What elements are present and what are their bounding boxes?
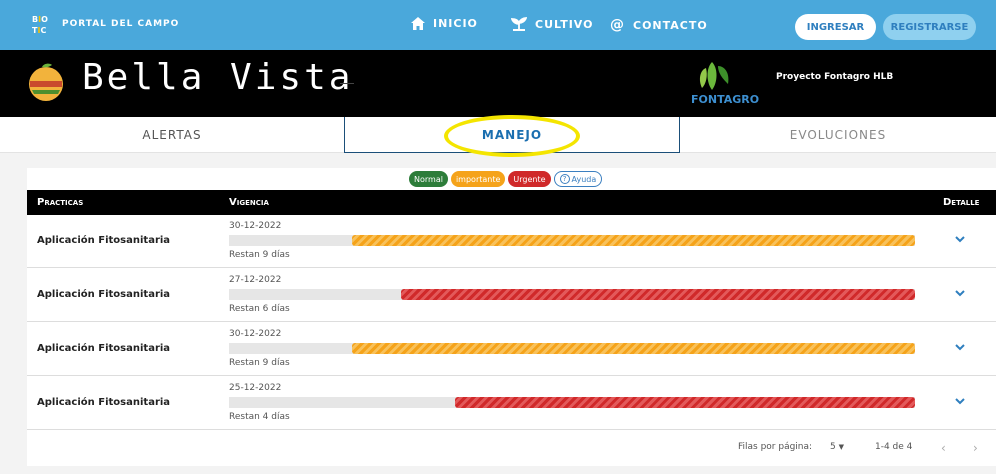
vigencia-date: 30-12-2022 xyxy=(229,221,282,231)
dropdown-arrow-icon: ▼ xyxy=(838,443,844,451)
biotic-logo[interactable]: BIO TIC xyxy=(32,14,52,38)
chevron-down-icon[interactable] xyxy=(954,233,966,245)
vigencia-bar xyxy=(352,235,915,246)
practica-name: Aplicación Fitosanitaria xyxy=(37,289,171,300)
vigencia-bar xyxy=(400,289,915,300)
portal-label: PORTAL DEL CAMPO xyxy=(62,19,180,29)
practica-name: Aplicación Fitosanitaria xyxy=(37,397,171,408)
help-label: Ayuda xyxy=(571,174,597,184)
header-detalle: Detalle xyxy=(943,197,980,208)
chevron-down-icon[interactable] xyxy=(954,287,966,299)
vigencia-track xyxy=(229,289,915,300)
chevron-down-icon[interactable] xyxy=(954,341,966,353)
practica-name: Aplicación Fitosanitaria xyxy=(37,235,171,246)
login-button[interactable]: INGRESAR xyxy=(795,14,876,40)
nav-cultivo-label: CULTIVO xyxy=(535,17,594,31)
vigencia-track xyxy=(229,235,915,246)
next-page-icon[interactable]: › xyxy=(973,441,978,455)
sprout-icon xyxy=(511,17,527,31)
remaining-days: Restan 6 días xyxy=(229,304,290,314)
table-header: Practicas Vigencia Detalle xyxy=(27,190,996,215)
legend-urgente-badge: Urgente xyxy=(508,171,551,187)
tab-alertas[interactable]: ALERTAS xyxy=(0,117,344,153)
prev-page-icon[interactable]: ‹ xyxy=(941,441,946,455)
legend-importante-badge: importante xyxy=(450,171,506,187)
table-row: Aplicación Fitosanitaria 30-12-2022 Rest… xyxy=(27,323,996,376)
pagination: Filas por página: 5 ▼ 1-4 de 4 ‹ › xyxy=(27,430,996,466)
fontagro-logo-text: FONTAGRO xyxy=(691,93,760,106)
register-button[interactable]: REGISTRARSE xyxy=(883,14,976,40)
rows-per-page-label: Filas por página: xyxy=(738,442,813,452)
vigencia-bar xyxy=(455,397,915,408)
tab-evoluciones[interactable]: EVOLUCIONES xyxy=(680,117,996,153)
table-row: Aplicación Fitosanitaria 25-12-2022 Rest… xyxy=(27,377,996,430)
page-range: 1-4 de 4 xyxy=(875,442,913,452)
hero-banner: Bella Vista Proyecto Fontagro HLB xyxy=(0,50,996,117)
top-navbar: BIO TIC PORTAL DEL CAMPO INICIO CULTIVO @… xyxy=(0,0,996,50)
vigencia-date: 25-12-2022 xyxy=(229,383,282,393)
header-practicas: Practicas xyxy=(37,197,84,208)
rows-per-page-select[interactable]: 5 ▼ xyxy=(830,442,844,452)
vigencia-bar xyxy=(352,343,915,354)
nav-inicio[interactable]: INICIO xyxy=(411,17,478,30)
help-button[interactable]: ? Ayuda xyxy=(553,171,603,187)
table-row: Aplicación Fitosanitaria 30-12-2022 Rest… xyxy=(27,215,996,268)
legend: Normal importante Urgente ? Ayuda xyxy=(409,171,603,187)
vigencia-date: 30-12-2022 xyxy=(229,329,282,339)
nav-inicio-label: INICIO xyxy=(433,17,478,30)
vigencia-track xyxy=(229,343,915,354)
fruit-logo-icon xyxy=(29,63,63,101)
remaining-days: Restan 4 días xyxy=(229,412,290,422)
remaining-days: Restan 9 días xyxy=(229,250,290,260)
practica-name: Aplicación Fitosanitaria xyxy=(37,343,171,354)
nav-contacto-label: CONTACTO xyxy=(633,18,708,32)
rows-per-page-value: 5 xyxy=(830,442,836,452)
legend-normal-badge: Normal xyxy=(409,171,448,187)
remaining-days: Restan 9 días xyxy=(229,358,290,368)
header-vigencia: Vigencia xyxy=(229,197,269,208)
at-icon: @ xyxy=(610,17,625,33)
vigencia-track xyxy=(229,397,915,408)
site-title: Bella Vista xyxy=(82,57,354,98)
home-icon xyxy=(411,17,425,30)
project-label: Proyecto Fontagro HLB xyxy=(776,72,894,82)
nav-contacto[interactable]: @ CONTACTO xyxy=(610,17,708,33)
chevron-down-icon[interactable] xyxy=(954,395,966,407)
table-row: Aplicación Fitosanitaria 27-12-2022 Rest… xyxy=(27,269,996,322)
vigencia-date: 27-12-2022 xyxy=(229,275,282,285)
nav-cultivo[interactable]: CULTIVO xyxy=(511,17,593,31)
divider xyxy=(340,83,354,84)
highlight-ellipse xyxy=(444,115,580,157)
help-icon: ? xyxy=(559,174,570,184)
